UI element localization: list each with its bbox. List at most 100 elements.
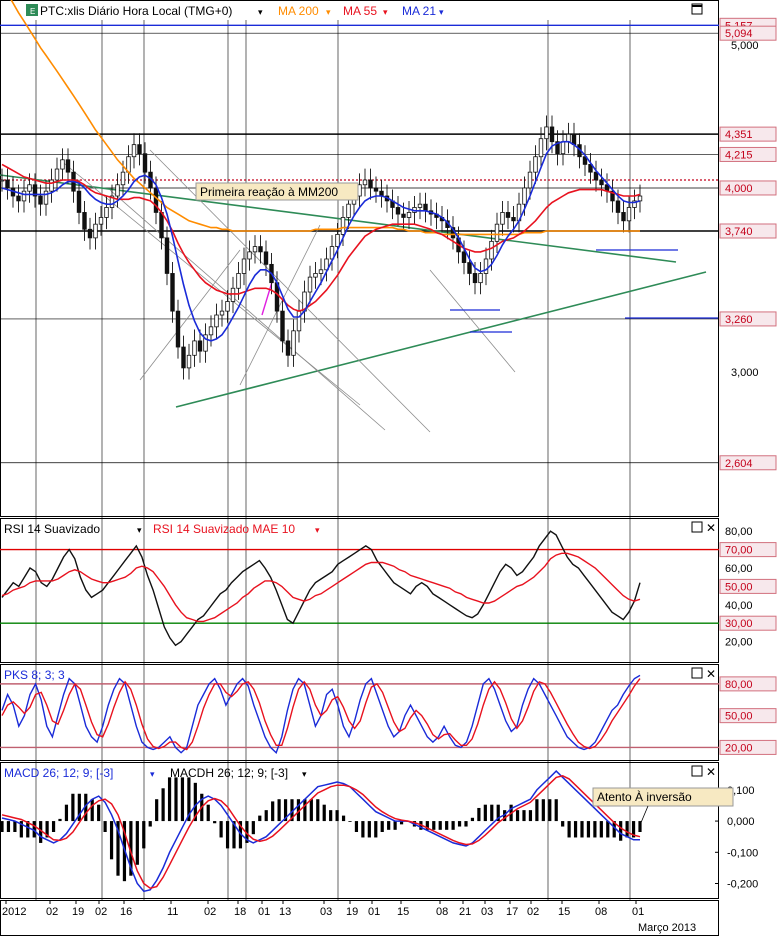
month-label: Março 2013 [638, 922, 696, 934]
candle-body [93, 223, 98, 239]
macd-histogram-bar [599, 821, 603, 838]
candle-body [98, 217, 104, 225]
macd-histogram-bar [367, 821, 371, 838]
candle-body [483, 258, 489, 274]
rsi-close-icon[interactable]: ✕ [706, 521, 716, 535]
macd-histogram-bar [445, 821, 449, 830]
macd-histogram-bar [174, 777, 178, 822]
time-tick-label: 02 [204, 906, 216, 918]
candle-body [533, 156, 538, 173]
candle-body [5, 179, 10, 189]
macd-title[interactable]: MACD 26; 12; 9; [-3] [4, 766, 113, 780]
pks-maximize-icon[interactable] [691, 667, 703, 679]
rsi-title[interactable]: RSI 14 Suavizado [4, 522, 100, 536]
macd-histogram-bar [573, 821, 578, 838]
macd-histogram-bar [335, 810, 339, 822]
candle-body [263, 251, 269, 265]
symbol-menu-icon[interactable]: ▾ [258, 7, 263, 17]
pks-title[interactable]: PKS 8; 3; 3 [4, 668, 65, 682]
time-tick-label: 02 [46, 906, 58, 918]
macd-histogram-bar [322, 804, 326, 822]
candle-body [49, 179, 54, 192]
macd-histogram-bar [528, 810, 533, 822]
candle-body [280, 310, 285, 342]
price-level-label: 3,740 [725, 226, 753, 238]
time-tick-label: 01 [368, 906, 380, 918]
candle-body [335, 234, 340, 247]
candle-body [318, 269, 324, 274]
ma55-menu-icon[interactable]: ▾ [383, 7, 388, 17]
macd-histogram-bar [554, 799, 558, 822]
candle-body [544, 126, 549, 140]
candle-body [175, 310, 181, 348]
macd-histogram-bar [180, 777, 185, 822]
candle-body [142, 153, 148, 173]
candle-body [599, 179, 604, 186]
candle-body [87, 228, 93, 239]
candle-body [362, 179, 368, 186]
macd-histogram-bar [470, 817, 475, 822]
candle-body [164, 237, 170, 274]
time-tick-label: 2012 [2, 906, 26, 918]
candle-body [505, 212, 511, 218]
candle-body [368, 179, 373, 189]
time-tick-label: 11 [167, 906, 178, 918]
candle-body [538, 138, 544, 158]
candle-body [549, 126, 555, 143]
mm200-annotation: Primeira reação à MM200 [195, 182, 359, 201]
macd-histogram-bar [348, 821, 352, 822]
macd-histogram-bar [374, 821, 378, 838]
ma55-label[interactable]: MA 55 [343, 4, 377, 18]
candle-body [21, 190, 27, 202]
macd-histogram-bar [541, 799, 545, 822]
macd-histogram-bar [219, 821, 223, 838]
candle-body [500, 212, 505, 225]
axis-tick-label: 80,00 [725, 526, 753, 538]
macd-menu-icon[interactable]: ▾ [150, 769, 155, 779]
time-tick-label: 15 [558, 906, 570, 918]
time-tick-label: 01 [258, 906, 270, 918]
axis-tick-label: 50,00 [725, 581, 753, 593]
macdh-menu-icon[interactable]: ▾ [302, 769, 307, 779]
price-tick-label: 3,000 [731, 367, 759, 379]
macd-maximize-icon[interactable] [691, 765, 703, 777]
macd-histogram-bar [451, 821, 455, 830]
candle-body [186, 354, 192, 369]
rsi-maximize-icon[interactable] [691, 521, 703, 533]
ma21-menu-icon[interactable]: ▾ [439, 7, 444, 17]
macd-histogram-bar [483, 804, 487, 822]
ma21-label[interactable]: MA 21 [402, 4, 436, 18]
macd-histogram-bar [316, 799, 320, 822]
candle-body [247, 251, 252, 260]
candle-body [313, 273, 318, 278]
candle-body [373, 187, 379, 192]
macd-tick-label: -0,100 [727, 847, 758, 859]
candle-body [76, 190, 82, 213]
axis-tick-label: 40,00 [725, 600, 753, 612]
pks-close-icon[interactable]: ✕ [706, 667, 716, 681]
candle-body [621, 212, 626, 222]
rsi-mae-menu-icon[interactable]: ▾ [315, 525, 320, 535]
rsi-mae-title[interactable]: RSI 14 Suavizado MAE 10 [153, 522, 295, 536]
macdh-title[interactable]: MACDH 26; 12; 9; [-3] [170, 766, 288, 780]
macd-histogram-bar [561, 821, 565, 827]
time-tick-label: 17 [506, 906, 518, 918]
macd-histogram-bar [271, 801, 275, 822]
candle-body [38, 195, 43, 205]
macd-histogram-bar [6, 821, 11, 832]
candle-body [16, 195, 21, 202]
macd-close-icon[interactable]: ✕ [706, 765, 716, 779]
macd-annotation-text: Atento À inversão [597, 789, 692, 804]
candle-body [560, 141, 566, 155]
macd-histogram-bar [586, 821, 591, 838]
ma200-label[interactable]: MA 200 [278, 4, 319, 18]
macd-histogram-bar [264, 810, 268, 822]
macd-histogram-bar [619, 821, 623, 841]
price-level-label: 5,094 [725, 28, 753, 40]
ma200-menu-icon[interactable]: ▾ [326, 7, 331, 17]
time-tick-label: 21 [459, 906, 471, 918]
candle-body [131, 144, 137, 158]
candle-body [522, 187, 527, 205]
rsi-menu-icon[interactable]: ▾ [137, 525, 142, 535]
time-tick-label: 19 [72, 906, 84, 918]
